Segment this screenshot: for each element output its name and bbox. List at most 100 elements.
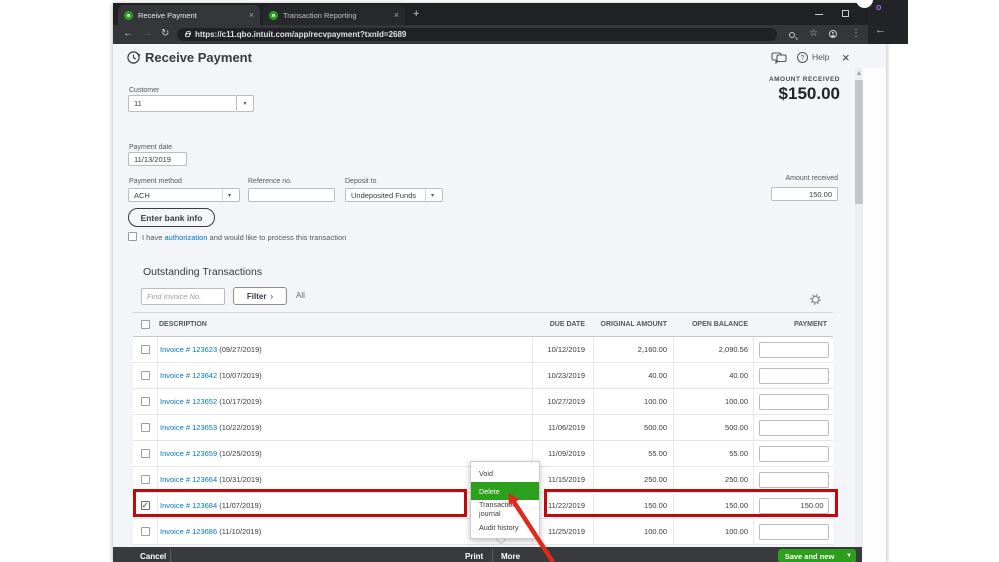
payment-date-input[interactable]: 11/13/2019: [128, 152, 187, 166]
due-date-cell: 10/23/2019: [532, 363, 593, 388]
browser-window: Receive Payment × Transaction Reporting × +…: [113, 3, 886, 562]
payment-date-label: Payment date: [129, 144, 173, 151]
new-tab-button[interactable]: +: [413, 8, 419, 20]
qbo-page: Receive Payment ? Help × AMOUNT RECEIVED…: [113, 44, 886, 562]
profile-initial: o: [876, 2, 882, 12]
tab-close-icon[interactable]: ×: [394, 10, 399, 20]
save-dropdown-icon[interactable]: ▼: [842, 553, 856, 559]
invoice-date: (10/07/2019): [219, 371, 262, 380]
annotation-box-left: [133, 489, 467, 517]
authorization-link[interactable]: authorization: [165, 233, 208, 242]
divider: [492, 549, 493, 562]
invoice-date: (10/22/2019): [219, 423, 262, 432]
amount-received-input[interactable]: 150.00: [771, 187, 838, 201]
customer-input[interactable]: 11: [128, 95, 237, 112]
gear-icon[interactable]: [810, 294, 821, 305]
forward-icon[interactable]: →: [142, 28, 152, 39]
zoom-icon[interactable]: [789, 30, 795, 41]
invoice-link[interactable]: Invoice # 123659: [160, 449, 217, 458]
find-invoice-input[interactable]: Find Invoice No.: [141, 288, 225, 305]
scrollbar-thumb[interactable]: [855, 80, 863, 204]
save-and-new-button[interactable]: Save and new ▼: [778, 549, 856, 562]
filter-button[interactable]: Filter ›: [233, 287, 287, 305]
authorization-checkbox[interactable]: [128, 232, 137, 241]
col-open-balance: OPEN BALANCE: [691, 321, 748, 328]
original-amount-cell: 55.00: [593, 441, 673, 466]
select-all-checkbox[interactable]: [140, 320, 150, 329]
invoice-link[interactable]: Invoice # 123664: [160, 475, 217, 484]
feedback-icon[interactable]: [771, 52, 787, 65]
receive-payment-icon: [127, 51, 141, 64]
row-checkbox[interactable]: [140, 449, 150, 458]
back-icon[interactable]: ←: [123, 28, 133, 39]
lock-icon: [185, 30, 191, 37]
deposit-to-dropdown-icon[interactable]: ▾: [431, 192, 434, 199]
original-amount-cell: 2,160.00: [593, 337, 673, 362]
table-row: Invoice # 123642 (10/07/2019) 10/23/2019 4…: [133, 363, 833, 389]
payment-method-label: Payment method: [129, 178, 182, 185]
profile-icon[interactable]: [829, 30, 837, 41]
invoice-date: (09/27/2019): [219, 345, 262, 354]
minimize-button[interactable]: [806, 9, 832, 19]
payment-method-dropdown-icon[interactable]: ▾: [228, 192, 231, 199]
more-context-menu: Void Delete Transaction journal Audit histo…: [470, 461, 540, 539]
payment-method-input[interactable]: ACH: [128, 188, 240, 202]
amount-received-value: $150.00: [778, 84, 840, 103]
invoice-date: (11/10/2019): [219, 527, 262, 536]
original-amount-cell: 100.00: [593, 519, 673, 544]
payment-input[interactable]: [758, 393, 829, 410]
menu-kebab-icon[interactable]: ⋮: [851, 28, 861, 39]
outstanding-transactions-heading: Outstanding Transactions: [143, 266, 263, 278]
browser-toolbar: ← → ↻ https://c11.qbo.intuit.com/app/rec…: [113, 25, 886, 44]
payment-input[interactable]: [758, 523, 829, 540]
cancel-button[interactable]: Cancel: [140, 552, 166, 561]
row-checkbox[interactable]: [140, 397, 150, 406]
invoice-link[interactable]: Invoice # 123686: [160, 527, 217, 536]
invoice-link[interactable]: Invoice # 123642: [160, 371, 217, 380]
help-label[interactable]: Help: [812, 52, 829, 62]
row-checkbox[interactable]: [140, 423, 150, 432]
row-checkbox[interactable]: [140, 345, 150, 354]
due-date-cell: 10/12/2019: [532, 337, 593, 362]
deposit-to-label: Deposit to: [345, 178, 377, 185]
close-page-icon[interactable]: ×: [842, 50, 850, 65]
invoice-link[interactable]: Invoice # 123623: [160, 345, 217, 354]
reference-no-input[interactable]: [248, 188, 335, 202]
open-balance-cell: 100.00: [673, 519, 753, 544]
invoice-link[interactable]: Invoice # 123652: [160, 397, 217, 406]
help-icon[interactable]: ?: [797, 52, 808, 63]
tab-close-icon[interactable]: ×: [249, 10, 254, 20]
browser-tab[interactable]: Transaction Reporting ×: [263, 5, 405, 25]
more-button[interactable]: More: [501, 552, 520, 561]
payment-input[interactable]: [758, 419, 829, 436]
row-checkbox[interactable]: [140, 475, 150, 484]
annotation-box-right: [544, 489, 838, 517]
tab-label: Receive Payment: [138, 10, 197, 20]
context-menu-item-void[interactable]: Void: [471, 464, 539, 482]
row-checkbox[interactable]: [140, 371, 150, 380]
customer-dropdown-icon[interactable]: ▾: [237, 95, 254, 112]
enter-bank-info-button[interactable]: Enter bank info: [128, 208, 215, 227]
scrollbar-up-arrow[interactable]: [857, 71, 861, 75]
invoice-link[interactable]: Invoice # 123653: [160, 423, 217, 432]
payment-input[interactable]: [758, 471, 829, 488]
reload-icon[interactable]: ↻: [161, 28, 169, 39]
context-menu-item-transaction-journal[interactable]: Transaction journal: [471, 500, 539, 518]
tab-label: Transaction Reporting: [283, 10, 357, 20]
invoice-date: (10/25/2019): [219, 449, 262, 458]
browser-tab[interactable]: Receive Payment ×: [118, 5, 260, 25]
payment-input[interactable]: [758, 367, 829, 384]
divider: [222, 189, 223, 201]
address-bar[interactable]: https://c11.qbo.intuit.com/app/recvpayme…: [177, 28, 777, 41]
context-menu-item-delete[interactable]: Delete: [471, 482, 539, 500]
deposit-to-input[interactable]: Undeposited Funds: [345, 188, 443, 202]
context-menu-item-audit-history[interactable]: Audit history: [471, 518, 539, 536]
restore-button[interactable]: [832, 9, 858, 19]
print-button[interactable]: Print: [465, 552, 483, 561]
due-date-cell: 11/06/2019: [532, 415, 593, 440]
payment-input[interactable]: [758, 445, 829, 462]
payment-input[interactable]: [758, 341, 829, 358]
row-checkbox[interactable]: [140, 527, 150, 536]
bookmark-star-icon[interactable]: ☆: [809, 28, 818, 39]
page-title: Receive Payment: [145, 50, 252, 65]
